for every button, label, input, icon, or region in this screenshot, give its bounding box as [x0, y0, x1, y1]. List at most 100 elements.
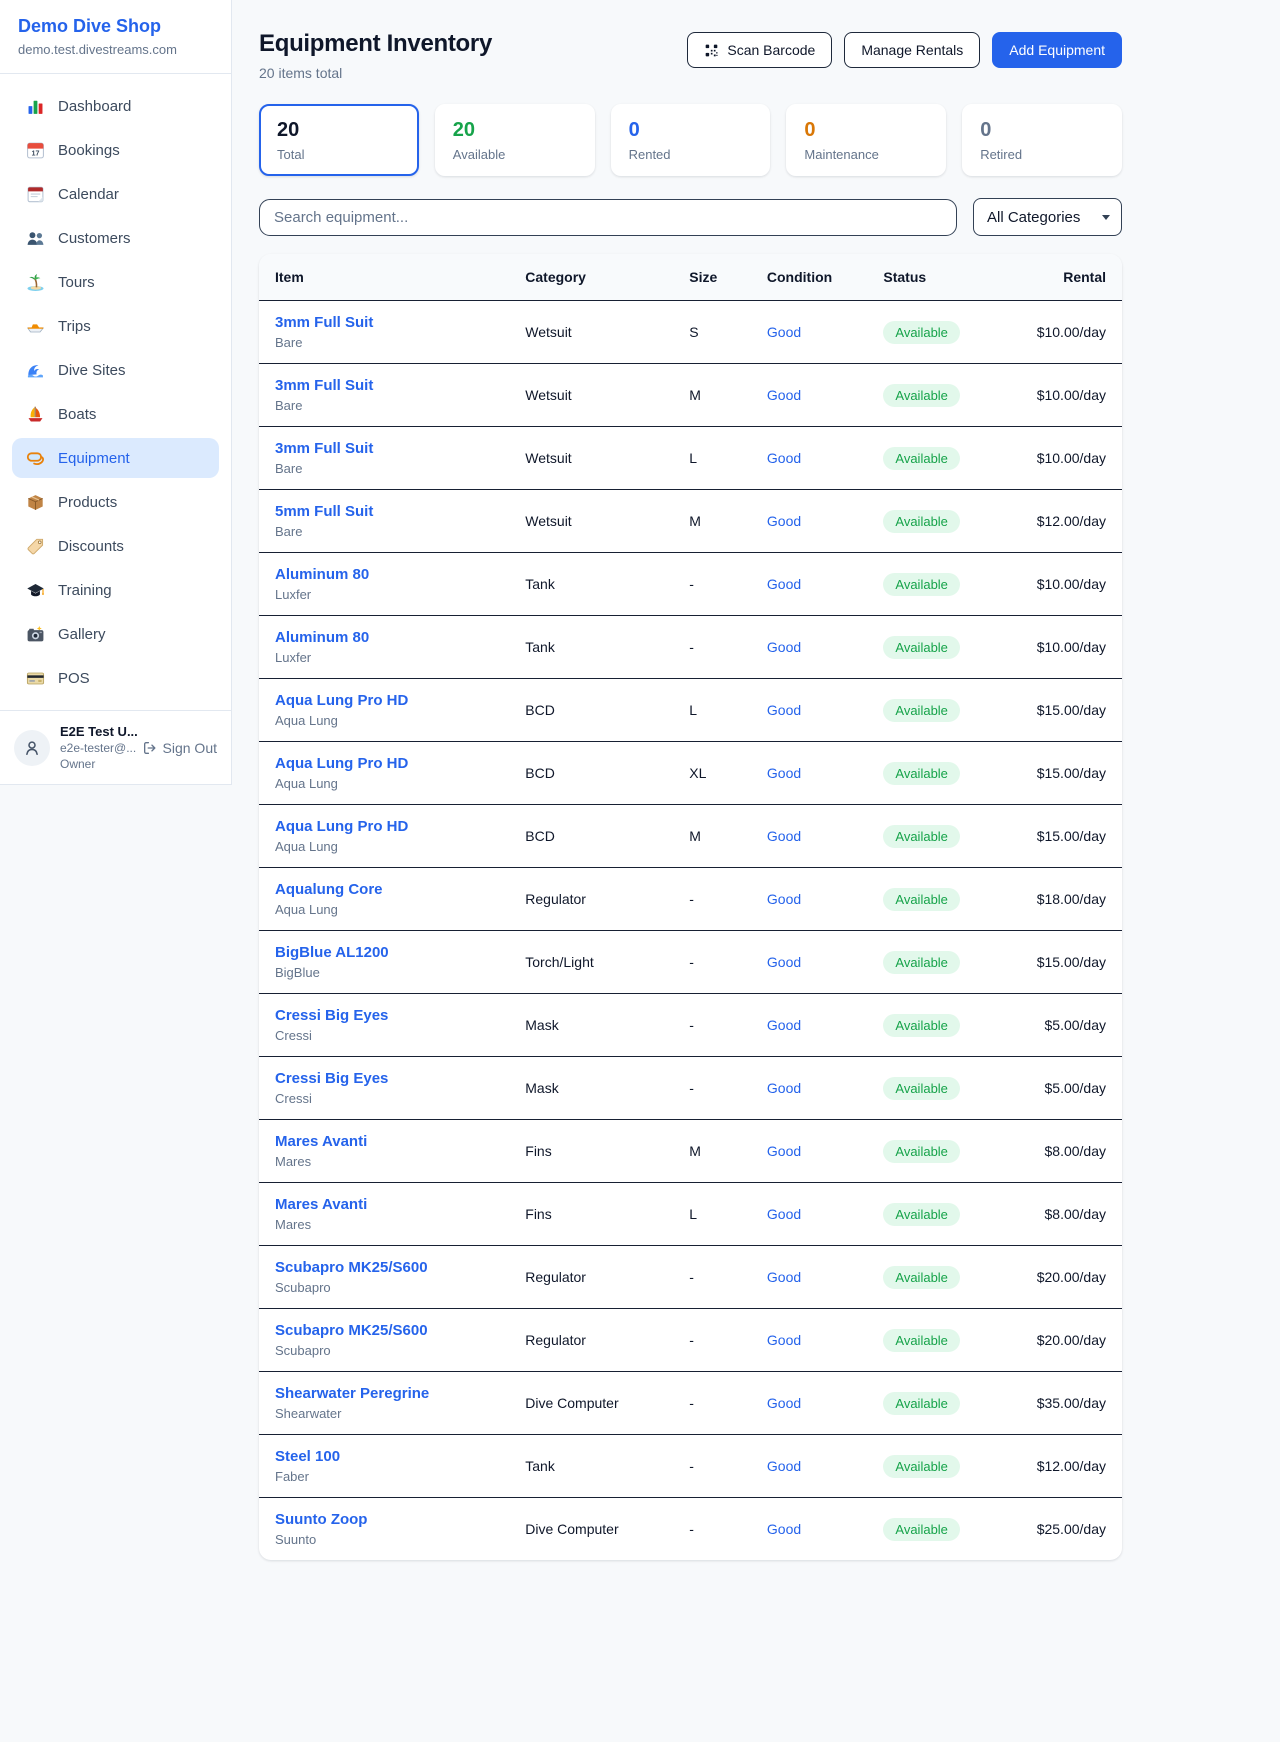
brand-domain: demo.test.divestreams.com [18, 42, 213, 57]
table-row[interactable]: Aqualung Core Aqua Lung Regulator - Good… [259, 868, 1122, 931]
table-row[interactable]: Scubapro MK25/S600 Scubapro Regulator - … [259, 1246, 1122, 1309]
table-row[interactable]: Shearwater Peregrine Shearwater Dive Com… [259, 1372, 1122, 1435]
table-row[interactable]: Cressi Big Eyes Cressi Mask - Good Avail… [259, 994, 1122, 1057]
stat-card-retired[interactable]: 0 Retired [962, 104, 1122, 176]
sidebar-item-training[interactable]: Training [12, 570, 219, 610]
item-size: S [673, 301, 751, 364]
table-row[interactable]: 5mm Full Suit Bare Wetsuit M Good Availa… [259, 490, 1122, 553]
item-name-link[interactable]: Mares Avanti [275, 1196, 367, 1213]
stat-card-total[interactable]: 20 Total [259, 104, 419, 176]
item-name-link[interactable]: Scubapro MK25/S600 [275, 1259, 428, 1276]
stat-card-rented[interactable]: 0 Rented [611, 104, 771, 176]
table-row[interactable]: Scubapro MK25/S600 Scubapro Regulator - … [259, 1309, 1122, 1372]
sidebar-item-dive-sites[interactable]: Dive Sites [12, 350, 219, 390]
table-row[interactable]: Aluminum 80 Luxfer Tank - Good Available… [259, 553, 1122, 616]
search-input[interactable] [259, 199, 957, 236]
table-row[interactable]: Cressi Big Eyes Cressi Mask - Good Avail… [259, 1057, 1122, 1120]
stat-label: Retired [980, 147, 1104, 162]
item-name-link[interactable]: Steel 100 [275, 1448, 340, 1465]
sidebar-item-bookings[interactable]: 17 Bookings [12, 130, 219, 170]
item-name-link[interactable]: Mares Avanti [275, 1133, 367, 1150]
add-equipment-button[interactable]: Add Equipment [992, 32, 1122, 68]
condition-link[interactable]: Good [767, 324, 801, 340]
stat-card-maintenance[interactable]: 0 Maintenance [786, 104, 946, 176]
item-name-link[interactable]: Aqua Lung Pro HD [275, 818, 408, 835]
condition-link[interactable]: Good [767, 954, 801, 970]
condition-link[interactable]: Good [767, 1143, 801, 1159]
manage-rentals-button[interactable]: Manage Rentals [844, 32, 980, 68]
condition-link[interactable]: Good [767, 828, 801, 844]
item-name-link[interactable]: 3mm Full Suit [275, 440, 373, 457]
condition-link[interactable]: Good [767, 387, 801, 403]
user-email: e2e-tester@... [60, 741, 132, 755]
sidebar-item-calendar[interactable]: Calendar [12, 174, 219, 214]
table-row[interactable]: Steel 100 Faber Tank - Good Available $1… [259, 1435, 1122, 1498]
item-name-link[interactable]: Suunto Zoop [275, 1511, 367, 1528]
item-brand: Luxfer [275, 587, 493, 602]
status-badge: Available [883, 1014, 960, 1037]
sidebar-item-gallery[interactable]: Gallery [12, 614, 219, 654]
condition-link[interactable]: Good [767, 1017, 801, 1033]
col-header-item: Item [259, 254, 509, 301]
condition-link[interactable]: Good [767, 1458, 801, 1474]
table-row[interactable]: 3mm Full Suit Bare Wetsuit L Good Availa… [259, 427, 1122, 490]
sidebar-item-equipment[interactable]: Equipment [12, 438, 219, 478]
item-name-link[interactable]: Aluminum 80 [275, 629, 369, 646]
table-row[interactable]: Aluminum 80 Luxfer Tank - Good Available… [259, 616, 1122, 679]
page-title: Equipment Inventory [259, 30, 492, 58]
sidebar-item-boats[interactable]: Boats [12, 394, 219, 434]
item-name-link[interactable]: Scubapro MK25/S600 [275, 1322, 428, 1339]
table-row[interactable]: Aqua Lung Pro HD Aqua Lung BCD M Good Av… [259, 805, 1122, 868]
category-select[interactable]: All Categories [973, 198, 1122, 236]
condition-link[interactable]: Good [767, 576, 801, 592]
user-section: E2E Test U... e2e-tester@... Owner Sign … [0, 710, 231, 784]
table-row[interactable]: Mares Avanti Mares Fins L Good Available… [259, 1183, 1122, 1246]
table-row[interactable]: Aqua Lung Pro HD Aqua Lung BCD L Good Av… [259, 679, 1122, 742]
item-name-link[interactable]: Shearwater Peregrine [275, 1385, 429, 1402]
item-name-link[interactable]: 3mm Full Suit [275, 314, 373, 331]
user-role: Owner [60, 757, 132, 771]
condition-link[interactable]: Good [767, 765, 801, 781]
sidebar-item-dashboard[interactable]: Dashboard [12, 86, 219, 126]
condition-link[interactable]: Good [767, 1395, 801, 1411]
sidebar-item-customers[interactable]: Customers [12, 218, 219, 258]
item-name-link[interactable]: Aqualung Core [275, 881, 383, 898]
item-name-link[interactable]: Aqua Lung Pro HD [275, 755, 408, 772]
table-row[interactable]: BigBlue AL1200 BigBlue Torch/Light - Goo… [259, 931, 1122, 994]
item-name-link[interactable]: Aqua Lung Pro HD [275, 692, 408, 709]
condition-link[interactable]: Good [767, 702, 801, 718]
table-row[interactable]: 3mm Full Suit Bare Wetsuit S Good Availa… [259, 301, 1122, 364]
sign-out-button[interactable]: Sign Out [142, 740, 217, 756]
status-badge: Available [883, 1266, 960, 1289]
item-name-link[interactable]: Cressi Big Eyes [275, 1070, 388, 1087]
sidebar-item-trips[interactable]: Trips [12, 306, 219, 346]
condition-link[interactable]: Good [767, 1269, 801, 1285]
condition-link[interactable]: Good [767, 450, 801, 466]
table-row[interactable]: Suunto Zoop Suunto Dive Computer - Good … [259, 1498, 1122, 1561]
table-row[interactable]: 3mm Full Suit Bare Wetsuit M Good Availa… [259, 364, 1122, 427]
item-name-link[interactable]: Aluminum 80 [275, 566, 369, 583]
condition-link[interactable]: Good [767, 1080, 801, 1096]
condition-link[interactable]: Good [767, 1332, 801, 1348]
condition-link[interactable]: Good [767, 1206, 801, 1222]
condition-link[interactable]: Good [767, 513, 801, 529]
sidebar-item-products[interactable]: Products [12, 482, 219, 522]
condition-link[interactable]: Good [767, 1521, 801, 1537]
item-name-link[interactable]: BigBlue AL1200 [275, 944, 389, 961]
item-name-link[interactable]: 5mm Full Suit [275, 503, 373, 520]
stat-card-available[interactable]: 20 Available [435, 104, 595, 176]
table-row[interactable]: Aqua Lung Pro HD Aqua Lung BCD XL Good A… [259, 742, 1122, 805]
item-category: Dive Computer [509, 1498, 673, 1561]
item-rental: $10.00/day [1018, 427, 1122, 490]
item-name-link[interactable]: Cressi Big Eyes [275, 1007, 388, 1024]
sidebar-item-tours[interactable]: Tours [12, 262, 219, 302]
item-name-link[interactable]: 3mm Full Suit [275, 377, 373, 394]
table-row[interactable]: Mares Avanti Mares Fins M Good Available… [259, 1120, 1122, 1183]
sidebar-item-pos[interactable]: POS [12, 658, 219, 698]
condition-link[interactable]: Good [767, 891, 801, 907]
condition-link[interactable]: Good [767, 639, 801, 655]
item-rental: $25.00/day [1018, 1498, 1122, 1561]
item-category: Tank [509, 1435, 673, 1498]
sidebar-item-discounts[interactable]: Discounts [12, 526, 219, 566]
scan-barcode-button[interactable]: Scan Barcode [687, 32, 832, 68]
